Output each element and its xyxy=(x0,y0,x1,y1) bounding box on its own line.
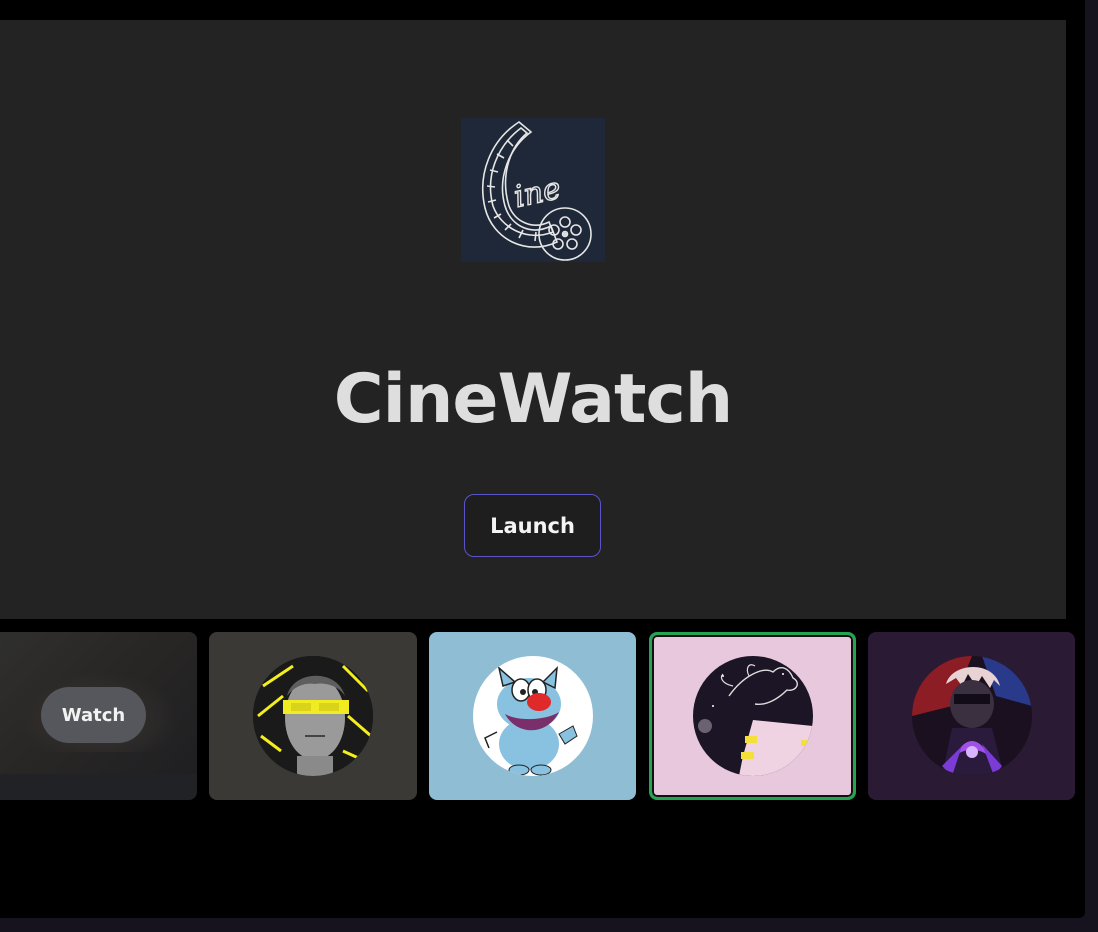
watch-button[interactable]: Watch xyxy=(41,687,146,743)
statue-avatar xyxy=(253,656,373,776)
svg-text:ine: ine xyxy=(511,171,564,215)
card-landscape[interactable]: Watch xyxy=(0,632,197,800)
hero-banner: ine CineWatch Launch xyxy=(0,20,1066,619)
hand-sketch-avatar xyxy=(692,656,813,776)
cinewatch-logo-icon: ine xyxy=(461,118,605,262)
card-hand-sketch[interactable] xyxy=(649,632,856,800)
card-anime[interactable] xyxy=(868,632,1075,800)
app-window: ine CineWatch Launch Watch xyxy=(0,0,1085,918)
app-title: CineWatch xyxy=(333,360,733,439)
oggy-avatar xyxy=(472,656,593,776)
card-statue[interactable] xyxy=(209,632,417,800)
anime-avatar xyxy=(911,656,1032,776)
launch-button[interactable]: Launch xyxy=(464,494,601,557)
card-oggy[interactable] xyxy=(429,632,636,800)
